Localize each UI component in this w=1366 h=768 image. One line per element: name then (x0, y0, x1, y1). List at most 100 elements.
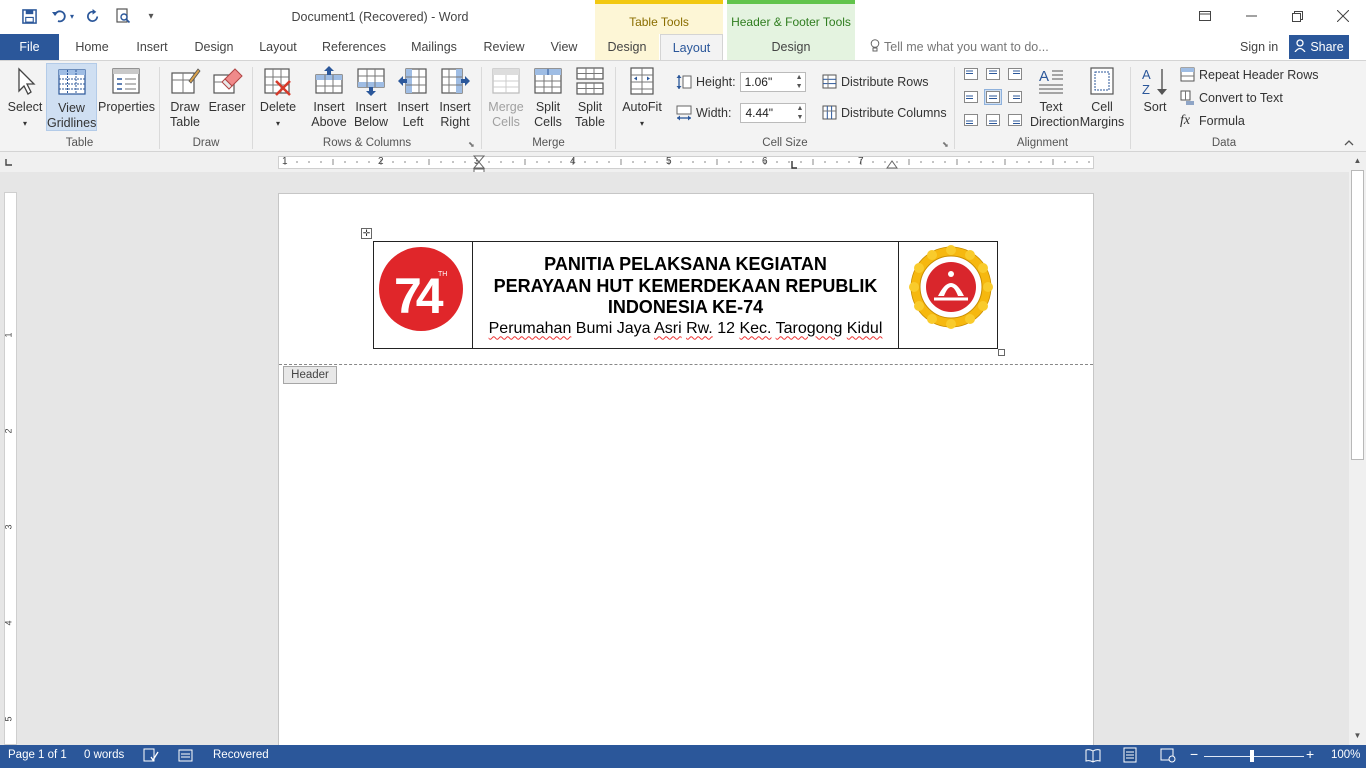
sign-in-link[interactable]: Sign in (1240, 34, 1278, 60)
read-mode-icon[interactable] (1085, 748, 1101, 766)
address-word: Kec. (739, 319, 772, 337)
scroll-down-icon[interactable]: ▼ (1351, 729, 1364, 743)
insert-above-button[interactable]: Insert Above (308, 63, 350, 130)
align-top-center-button[interactable] (984, 66, 1002, 82)
width-input[interactable]: 4.44" ▲ ▼ (740, 103, 807, 123)
row-height-icon (676, 75, 692, 89)
insert-right-label-1: Insert (439, 100, 471, 114)
scrollbar-thumb[interactable] (1351, 170, 1364, 460)
header-text-cell[interactable]: PANITIA PELAKSANA KEGIATAN PERAYAAN HUT … (473, 242, 899, 348)
right-indent-marker-icon[interactable] (886, 159, 898, 169)
zoom-level[interactable]: 100% (1331, 749, 1360, 761)
formula-button[interactable]: fx Formula (1180, 113, 1245, 129)
height-spinner-icon[interactable]: ▲ ▼ (796, 73, 803, 91)
zoom-out-icon[interactable]: − (1190, 746, 1198, 762)
header-tag[interactable]: Header (283, 366, 337, 384)
tab-insert[interactable]: Insert (128, 34, 176, 60)
tab-stop-marker-icon[interactable] (786, 160, 798, 170)
align-top-right-button[interactable] (1006, 66, 1024, 82)
table-move-handle-icon[interactable]: ✛ (361, 228, 372, 239)
autofit-button[interactable]: AutoFit ▾ (619, 63, 665, 131)
zoom-slider-thumb[interactable] (1250, 750, 1254, 762)
cell-margins-button[interactable]: Cell Margins (1076, 63, 1128, 130)
repeat-header-rows-icon (1180, 67, 1195, 82)
view-gridlines-button[interactable]: View Gridlines (46, 63, 97, 131)
split-table-button[interactable]: Split Table (569, 63, 611, 130)
insert-below-button[interactable]: Insert Below (350, 63, 392, 130)
macro-recording-icon[interactable] (178, 748, 193, 766)
distribute-rows-button[interactable]: Distribute Rows (822, 74, 929, 89)
width-spinner-icon[interactable]: ▲ ▼ (797, 104, 804, 122)
vertical-ruler-number: 5 (3, 716, 14, 722)
collapse-ribbon-icon[interactable] (1344, 137, 1354, 149)
close-icon[interactable] (1320, 0, 1366, 32)
ruler-number: 1 (282, 156, 288, 167)
height-input[interactable]: 1.06" ▲ ▼ (739, 72, 806, 92)
header-logo-cell[interactable]: 74 TH (374, 242, 473, 348)
merge-cells-button[interactable]: Merge Cells (485, 63, 527, 130)
align-bottom-center-button[interactable] (984, 112, 1002, 128)
tab-file[interactable]: File (0, 34, 59, 60)
sort-button[interactable]: AZ Sort (1136, 63, 1174, 115)
zoom-in-icon[interactable]: + (1306, 746, 1314, 762)
repeat-header-rows-label: Repeat Header Rows (1199, 67, 1319, 82)
tab-references[interactable]: References (314, 34, 394, 60)
merge-cells-icon (492, 68, 520, 94)
draw-table-button[interactable]: Draw Table (164, 63, 206, 130)
print-layout-icon[interactable] (1122, 747, 1138, 766)
align-top-left-button[interactable] (962, 66, 980, 82)
convert-to-text-button[interactable]: Convert to Text (1180, 90, 1283, 105)
share-button[interactable]: Share (1289, 35, 1349, 59)
restore-icon[interactable] (1274, 0, 1320, 32)
web-layout-icon[interactable] (1160, 748, 1176, 766)
delete-button[interactable]: Delete ▾ (256, 63, 300, 131)
cell-size-launcher-icon[interactable]: ⬊ (942, 140, 949, 149)
tab-review[interactable]: Review (476, 34, 532, 60)
vertical-ruler[interactable] (4, 192, 17, 745)
header-table[interactable]: 74 TH PANITIA PELAKSANA KEGIATAN PERAYAA… (373, 241, 998, 349)
table-tools-label: Table Tools (595, 0, 723, 34)
tab-view[interactable]: View (542, 34, 586, 60)
ruler-number: 2 (378, 156, 384, 167)
tab-design[interactable]: Design (186, 34, 242, 60)
delete-label: Delete (259, 100, 297, 114)
insert-right-button[interactable]: Insert Right (434, 63, 476, 130)
rows-columns-launcher-icon[interactable]: ⬊ (468, 140, 475, 149)
align-top-center-icon (986, 68, 1000, 80)
repeat-header-rows-button[interactable]: Repeat Header Rows (1180, 67, 1319, 82)
table-resize-handle-icon[interactable] (998, 349, 1005, 356)
insert-left-button[interactable]: Insert Left (392, 63, 434, 130)
scroll-up-icon[interactable]: ▲ (1351, 154, 1364, 168)
align-middle-center-button[interactable] (984, 89, 1002, 105)
word-count[interactable]: 0 words (84, 749, 124, 761)
proofing-icon[interactable] (143, 748, 159, 766)
text-direction-button[interactable]: A Text Direction (1030, 63, 1079, 130)
ruler-number: 5 (666, 156, 672, 167)
eraser-button[interactable]: Eraser (206, 63, 248, 115)
minimize-icon[interactable] (1228, 0, 1274, 32)
address-word: Tarogong (775, 319, 843, 337)
properties-button[interactable]: Properties (98, 63, 155, 115)
align-bottom-left-button[interactable] (962, 112, 980, 128)
distribute-columns-button[interactable]: Distribute Columns (822, 105, 947, 120)
page-count[interactable]: Page 1 of 1 (8, 749, 67, 761)
tab-table-design[interactable]: Design (595, 34, 659, 60)
tell-me-search[interactable]: Tell me what you want to do... (870, 34, 1049, 60)
tab-layout[interactable]: Layout (252, 34, 304, 60)
align-bottom-right-button[interactable] (1006, 112, 1024, 128)
autofit-label: AutoFit (622, 100, 662, 114)
tab-table-layout[interactable]: Layout (660, 34, 723, 61)
split-table-label-1: Split (577, 100, 603, 114)
tab-mailings[interactable]: Mailings (404, 34, 464, 60)
rows-columns-group-label: Rows & Columns (322, 137, 412, 149)
align-middle-left-button[interactable] (962, 89, 980, 105)
tab-header-footer-design[interactable]: Design (727, 34, 855, 60)
ribbon-display-options-icon[interactable] (1182, 0, 1228, 32)
header-emblem-cell[interactable] (899, 242, 997, 348)
split-cells-button[interactable]: Split Cells (527, 63, 569, 130)
align-middle-right-button[interactable] (1006, 89, 1024, 105)
select-button[interactable]: Select ▾ (4, 63, 46, 131)
tab-home[interactable]: Home (66, 34, 118, 60)
tab-selector-icon[interactable] (4, 157, 16, 169)
zoom-slider[interactable] (1204, 756, 1304, 757)
